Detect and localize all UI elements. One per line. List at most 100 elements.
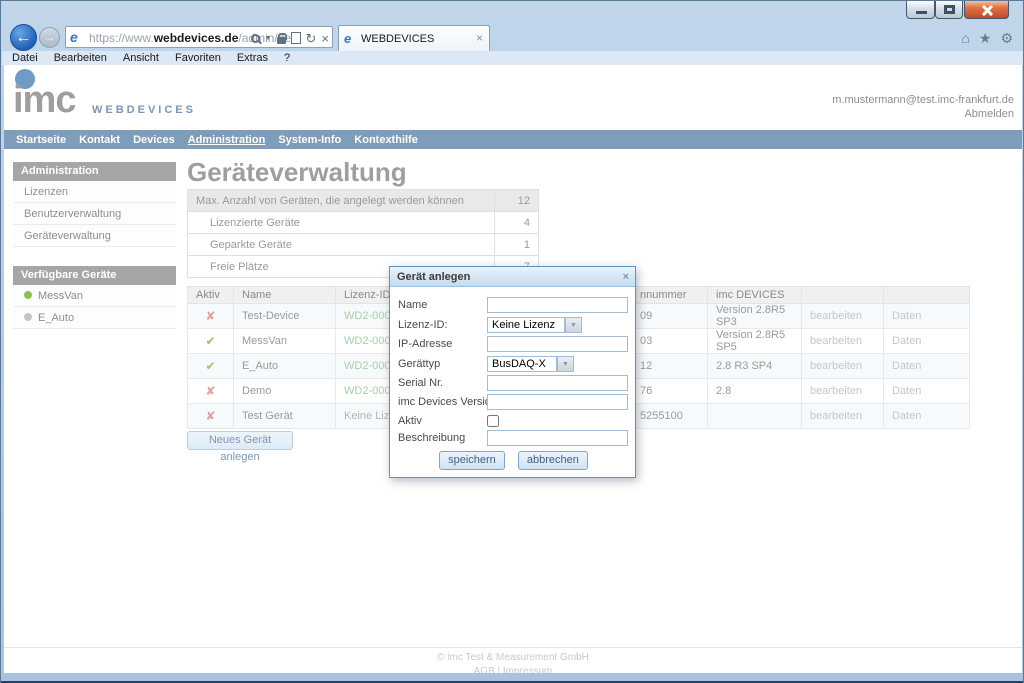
- dialog-close-icon[interactable]: ×: [623, 267, 629, 287]
- chevron-down-icon[interactable]: ▼: [565, 317, 582, 333]
- back-icon: ←: [16, 29, 32, 46]
- menu-favoriten[interactable]: Favoriten: [175, 52, 221, 64]
- tab-close-icon[interactable]: ×: [476, 31, 483, 45]
- nav-devices[interactable]: Devices: [133, 134, 175, 146]
- logout-link[interactable]: Abmelden: [964, 108, 1014, 120]
- stats-header-value: 12: [495, 190, 539, 212]
- menu-hilfe[interactable]: ?: [284, 52, 290, 64]
- selected-value: Keine Lizenz: [492, 319, 555, 331]
- window-minimize-button[interactable]: [906, 1, 935, 19]
- data-link[interactable]: Daten: [884, 354, 970, 379]
- forward-button[interactable]: →: [39, 27, 60, 48]
- field-label: Beschreibung: [398, 432, 465, 444]
- edit-link[interactable]: bearbeiten: [802, 329, 884, 354]
- device-name-cell: Demo: [234, 379, 336, 404]
- nav-startseite[interactable]: Startseite: [16, 134, 66, 146]
- active-status-icon: ✔: [188, 354, 234, 379]
- menu-ansicht[interactable]: Ansicht: [123, 52, 159, 64]
- imc-logo: imc: [13, 79, 75, 122]
- tab-favicon-icon: e: [344, 31, 351, 46]
- window-close-button[interactable]: [964, 1, 1009, 19]
- edit-link[interactable]: bearbeiten: [802, 354, 884, 379]
- edit-link[interactable]: bearbeiten: [802, 304, 884, 329]
- address-bar-icons: ▼ ↻ ×: [251, 30, 329, 46]
- stats-header-label: Max. Anzahl von Geräten, die angelegt we…: [188, 190, 495, 212]
- compatibility-view-icon[interactable]: [291, 32, 301, 44]
- field-aktiv: Aktiv: [398, 413, 629, 430]
- version-cell: [708, 404, 802, 429]
- field-geraettyp: Gerättyp BusDAQ-X▼: [398, 356, 629, 373]
- settings-gear-icon[interactable]: ⚙: [1000, 30, 1013, 47]
- name-input[interactable]: [487, 297, 628, 313]
- webpage: imc WEBDEVICES m.mustermann@test.imc-fra…: [4, 65, 1022, 673]
- field-label: Lizenz-ID:: [398, 319, 448, 331]
- user-email: m.mustermann@test.imc-frankfurt.de: [832, 94, 1014, 106]
- refresh-icon[interactable]: ↻: [306, 32, 317, 45]
- stats-label: Geparkte Geräte: [188, 234, 495, 256]
- sidebar-item-benutzerverwaltung[interactable]: Benutzerverwaltung: [13, 203, 176, 225]
- version-cell: Version 2.8R5 SP5: [708, 329, 802, 354]
- sidebar-item-geraeteverwaltung[interactable]: Geräteverwaltung: [13, 225, 176, 247]
- serial-input[interactable]: [487, 375, 628, 391]
- favorites-star-icon[interactable]: ★: [979, 30, 992, 47]
- edit-link[interactable]: bearbeiten: [802, 404, 884, 429]
- new-device-button[interactable]: Neues Gerät anlegen: [187, 431, 293, 450]
- data-link[interactable]: Daten: [884, 404, 970, 429]
- sidebar-item-e-auto[interactable]: E_Auto: [13, 307, 176, 329]
- home-icon[interactable]: ⌂: [961, 30, 969, 47]
- col-aktiv: Aktiv: [188, 287, 234, 304]
- version-cell: Version 2.8R5 SP3: [708, 304, 802, 329]
- window-maximize-button[interactable]: [935, 1, 963, 19]
- selected-value: BusDAQ-X: [492, 358, 546, 370]
- cancel-button[interactable]: abbrechen: [518, 451, 588, 470]
- url-host: webdevices.de: [154, 31, 239, 45]
- page-title: Geräteverwaltung: [187, 157, 407, 188]
- sidebar-item-lizenzen[interactable]: Lizenzen: [13, 181, 176, 203]
- data-link[interactable]: Daten: [884, 329, 970, 354]
- status-dot-green: [24, 291, 32, 299]
- data-link[interactable]: Daten: [884, 379, 970, 404]
- status-dot-gray: [24, 313, 32, 321]
- stats-value: 4: [495, 212, 539, 234]
- dialog-buttons: speichern abbrechen: [390, 451, 637, 470]
- footer-links[interactable]: AGB | Impressum: [4, 666, 1022, 673]
- nav-kontexthilfe[interactable]: Kontexthilfe: [354, 134, 418, 146]
- field-label: Aktiv: [398, 415, 422, 427]
- field-serial-nr: Serial Nr.: [398, 375, 629, 392]
- active-status-icon: ✘: [188, 404, 234, 429]
- nav-administration[interactable]: Administration: [188, 134, 266, 146]
- url-scheme: https://www.: [89, 31, 154, 45]
- back-button[interactable]: ←: [10, 24, 37, 51]
- device-name-cell: MessVan: [234, 329, 336, 354]
- address-bar[interactable]: e https://www.webdevices.de/admin/devi ▼…: [65, 26, 333, 48]
- data-link[interactable]: Daten: [884, 304, 970, 329]
- edit-link[interactable]: bearbeiten: [802, 379, 884, 404]
- menu-datei[interactable]: Datei: [12, 52, 38, 64]
- search-icon[interactable]: [251, 34, 260, 43]
- menu-extras[interactable]: Extras: [237, 52, 268, 64]
- description-input[interactable]: [487, 430, 628, 446]
- active-checkbox[interactable]: [487, 415, 499, 427]
- chevron-down-icon[interactable]: ▼: [557, 356, 574, 372]
- dialog-title: Gerät anlegen: [397, 271, 470, 283]
- forward-icon: →: [44, 30, 56, 44]
- menu-bearbeiten[interactable]: Bearbeiten: [54, 52, 107, 64]
- nav-system-info[interactable]: System-Info: [278, 134, 341, 146]
- window-bottom-border: [1, 673, 1024, 681]
- table-row: Geparkte Geräte 1: [188, 234, 539, 256]
- ip-address-input[interactable]: [487, 336, 628, 352]
- col-imc-devices: imc DEVICES: [708, 287, 802, 304]
- ie-favicon-icon: e: [70, 30, 85, 45]
- nav-kontakt[interactable]: Kontakt: [79, 134, 120, 146]
- version-cell: 2.8: [708, 379, 802, 404]
- license-select[interactable]: Keine Lizenz▼: [487, 317, 565, 333]
- device-type-select[interactable]: BusDAQ-X▼: [487, 356, 557, 372]
- version-input[interactable]: [487, 394, 628, 410]
- device-name-cell: Test Gerät: [234, 404, 336, 429]
- col-bearbeiten: [802, 287, 884, 304]
- sidebar-item-messvan[interactable]: MessVan: [13, 285, 176, 307]
- save-button[interactable]: speichern: [439, 451, 505, 470]
- browser-tab[interactable]: e WEBDEVICES ×: [338, 25, 490, 51]
- stop-icon[interactable]: ×: [321, 32, 329, 45]
- chevron-down-icon[interactable]: ▼: [265, 35, 272, 42]
